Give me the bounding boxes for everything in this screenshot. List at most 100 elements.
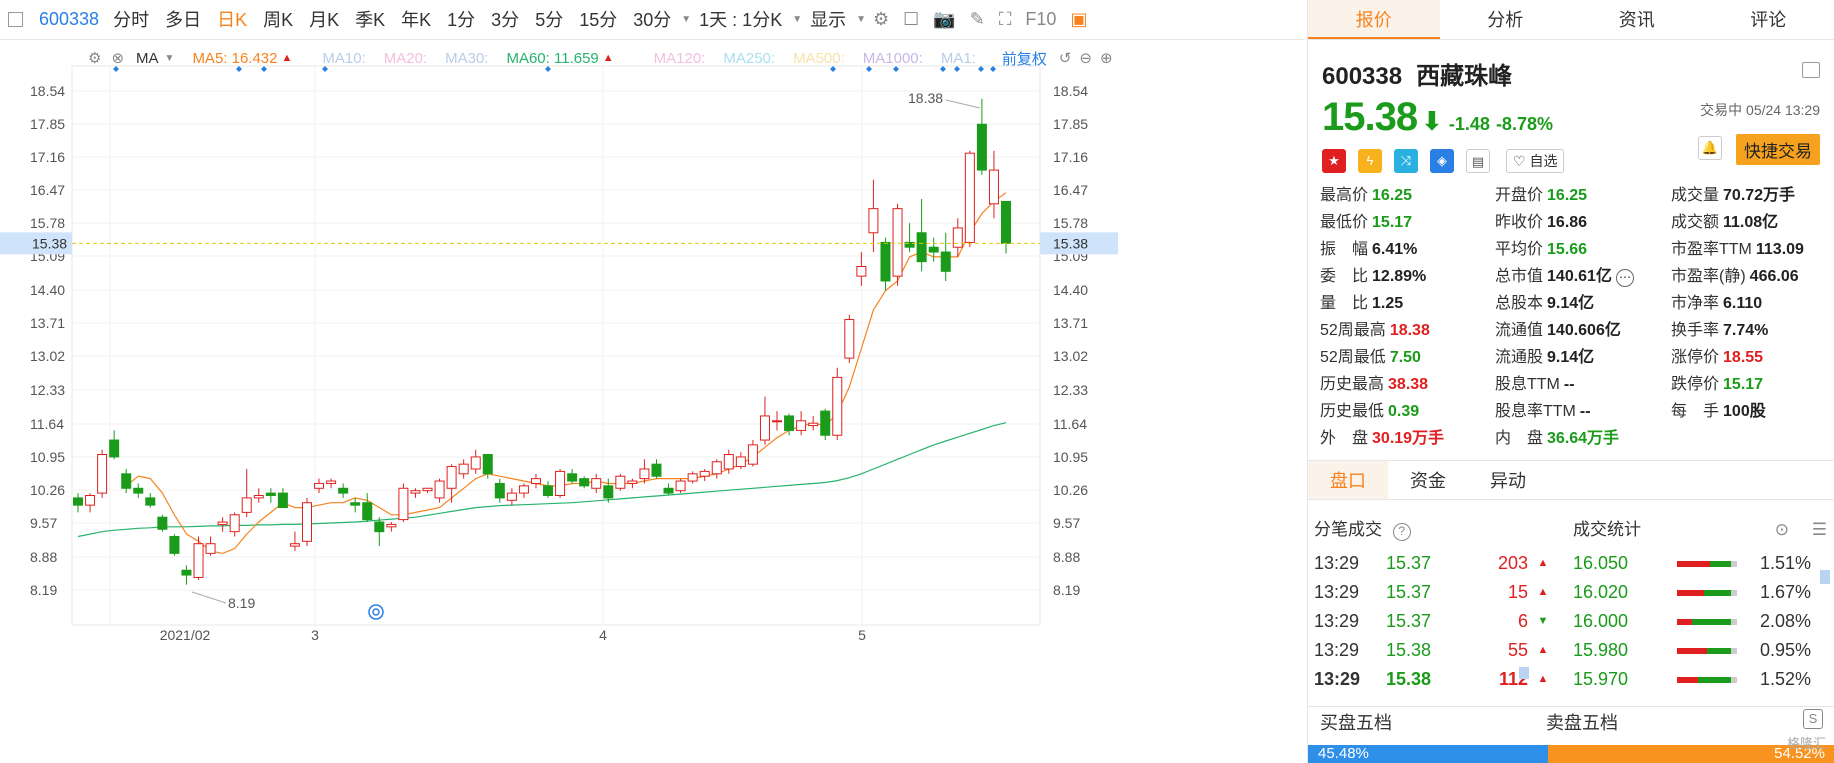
period-tab-30min[interactable]: 30分 — [625, 0, 679, 40]
s-icon[interactable]: S — [1803, 709, 1823, 729]
chevron-down-icon[interactable]: ▼ — [856, 14, 866, 25]
ticks-title: 分笔成交 — [1314, 520, 1382, 539]
deal-pct: 0.95% — [1759, 640, 1811, 660]
stat-value: 16.25 — [1547, 187, 1588, 204]
plot-frame — [71, 65, 1041, 626]
buy-part — [1677, 560, 1710, 567]
candle-body — [85, 495, 96, 506]
multi-day-select[interactable]: 1天 : 1分K — [691, 0, 790, 40]
period-tab-1min[interactable]: 1分 — [439, 0, 483, 40]
menu-icon[interactable] — [1802, 62, 1820, 78]
china-flag-icon[interactable]: ★ — [1322, 149, 1346, 173]
more-icon[interactable]: ⊙ — [1775, 511, 1789, 549]
candle-body — [916, 232, 927, 263]
stat-label: 平均价 — [1495, 241, 1544, 258]
add-watchlist-button[interactable]: ♡ 自选 — [1506, 149, 1565, 173]
candle-body — [784, 415, 795, 431]
tick-price: 15.37 — [1386, 553, 1432, 573]
tab-quote[interactable]: 报价 — [1308, 0, 1440, 39]
panel-toggle-icon[interactable]: ▣ — [1063, 9, 1094, 30]
scrollbar[interactable] — [1820, 570, 1830, 584]
list-icon[interactable]: ☰ — [1812, 511, 1827, 549]
tab-pankou[interactable]: 盘口 — [1308, 461, 1388, 499]
candle-body — [892, 208, 903, 277]
stat-label: 市盈率TTM — [1671, 241, 1752, 258]
tab-change[interactable]: 异动 — [1468, 461, 1548, 499]
stat-cell: 52周最低 7.50 — [1320, 346, 1495, 369]
display-menu[interactable]: 显示 — [802, 0, 854, 40]
candle-body — [952, 227, 963, 248]
quote-stats: 最高价 16.25 开盘价 16.25 成交量 70.72万手 最低价 15.17 昨收价 16.… — [1308, 176, 1834, 450]
help-icon[interactable]: ? — [1392, 523, 1411, 541]
stat-label: 最高价 — [1320, 187, 1369, 204]
period-tab-week-k[interactable]: 周K — [255, 0, 301, 40]
candle-body — [338, 487, 349, 494]
stat-value: 12.89% — [1372, 268, 1427, 285]
tab-comments[interactable]: 评论 — [1703, 0, 1834, 39]
tab-news[interactable]: 资讯 — [1571, 0, 1703, 39]
candle-body — [229, 514, 240, 533]
stat-cell: 每 手 100股 — [1671, 400, 1834, 423]
buy-part — [1677, 618, 1692, 625]
event-marker-icon — [261, 66, 267, 72]
candles — [73, 98, 1011, 585]
stat-cell: 平均价 15.66 — [1495, 238, 1671, 261]
camera-icon[interactable]: 📷 — [926, 9, 962, 30]
square-icon[interactable]: ☐ — [896, 9, 926, 30]
stat-label: 总股本 — [1495, 295, 1544, 312]
ma5-line — [125, 192, 1007, 555]
tick-direction-icon: ▲ — [1537, 586, 1549, 598]
tick-time: 13:29 — [1314, 553, 1360, 573]
chevron-down-icon[interactable]: ▼ — [681, 14, 691, 25]
period-tab-quarter-k[interactable]: 季K — [347, 0, 393, 40]
fullscreen-icon[interactable]: ⛶ — [992, 9, 1019, 30]
kline-chart[interactable]: 18.54 18.54 17.85 17.85 17.16 17.16 16.47 16.47… — [0, 40, 1305, 763]
current-price-label: 15.38 — [32, 235, 67, 251]
candle-body — [543, 485, 554, 497]
settings-icon[interactable]: ⚙ — [866, 9, 896, 30]
y-tick-left: 14.40 — [30, 282, 65, 298]
candle-body — [362, 502, 373, 521]
tab-analysis[interactable]: 分析 — [1440, 0, 1572, 39]
stat-label: 历史最低 — [1320, 403, 1385, 420]
shuffle-icon[interactable]: ⤨ — [1394, 149, 1418, 173]
period-tab-fenshi[interactable]: 分时 — [105, 0, 157, 40]
candle-body — [446, 466, 457, 489]
candle-body — [482, 454, 493, 475]
scrollbar[interactable] — [1519, 667, 1529, 679]
candle-body — [73, 497, 83, 506]
candle-body — [374, 521, 385, 533]
lightning-icon[interactable]: ϟ — [1358, 149, 1382, 173]
y-tick-right: 16.47 — [1053, 182, 1088, 198]
tab-fund[interactable]: 资金 — [1388, 461, 1468, 499]
period-tab-month-k[interactable]: 月K — [301, 0, 347, 40]
period-tab-day-k[interactable]: 日K — [209, 0, 255, 40]
chevron-down-icon[interactable]: ▼ — [792, 14, 802, 25]
stat-label: 市盈率(静) — [1671, 268, 1746, 285]
f10-button[interactable]: F10 — [1018, 9, 1063, 30]
note-icon[interactable]: ▤ — [1466, 149, 1490, 173]
stat-label: 外 盘 — [1320, 430, 1369, 447]
more-icon[interactable]: ⋯ — [1615, 269, 1634, 287]
period-tab-year-k[interactable]: 年K — [393, 0, 439, 40]
tag-icon[interactable]: ◈ — [1430, 149, 1454, 173]
stat-label: 换手率 — [1671, 322, 1720, 339]
candle-body — [663, 487, 674, 494]
candle-body — [651, 463, 662, 477]
candle-body — [289, 543, 300, 547]
period-tab-duori[interactable]: 多日 — [157, 0, 209, 40]
pen-icon[interactable]: ✎ — [963, 9, 992, 30]
buy5-label[interactable]: 买盘五档 — [1320, 709, 1392, 735]
tick-direction-icon: ▲ — [1537, 673, 1549, 685]
period-tab-15min[interactable]: 15分 — [571, 0, 625, 40]
sidebar-toggle-icon[interactable] — [8, 12, 23, 27]
period-tab-5min[interactable]: 5分 — [527, 0, 571, 40]
period-tab-3min[interactable]: 3分 — [483, 0, 527, 40]
ma60-line — [77, 422, 1007, 538]
buy-part — [1677, 676, 1698, 683]
stat-cell: 市净率 6.110 — [1671, 292, 1834, 315]
candle-body — [386, 523, 397, 528]
quick-trade-button[interactable]: 快捷交易 — [1736, 134, 1820, 165]
sell5-label[interactable]: 卖盘五档 — [1546, 709, 1618, 735]
bell-icon[interactable]: 🔔 — [1698, 136, 1722, 160]
